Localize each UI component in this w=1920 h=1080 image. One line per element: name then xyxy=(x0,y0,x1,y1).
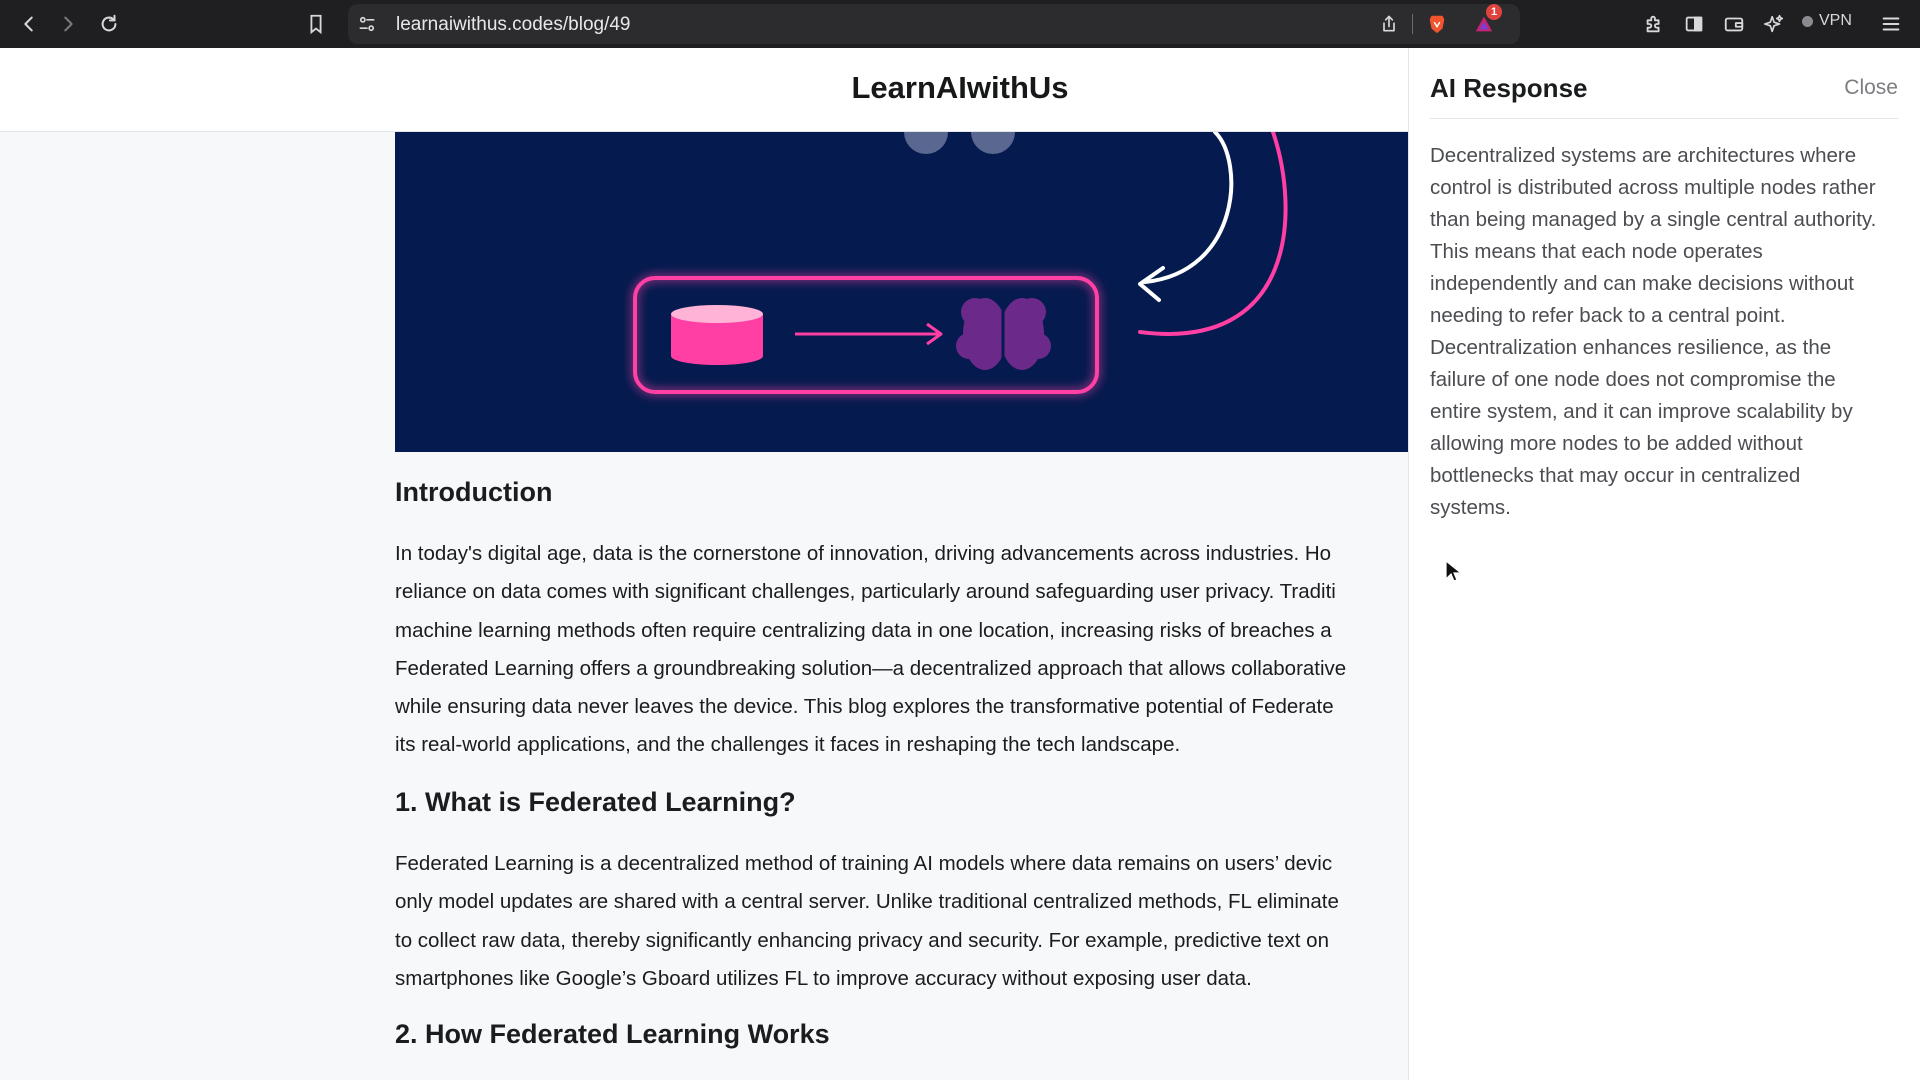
paragraph-line: while ensuring data never leaves the dev… xyxy=(395,695,1334,719)
back-icon[interactable] xyxy=(11,6,47,42)
vpn-button[interactable]: VPN xyxy=(1802,12,1852,30)
paragraph-line: In today's digital age, data is the corn… xyxy=(395,542,1332,565)
ai-response-text: Decentralized systems are architectures … xyxy=(1430,140,1900,524)
paragraph-line: smartphones like Google’s Gboard utilize… xyxy=(395,966,1252,990)
site-settings-icon[interactable] xyxy=(356,13,378,35)
ai-response-panel: AI Response Close Decentralized systems … xyxy=(1408,48,1920,1080)
divider xyxy=(1430,118,1898,119)
leo-ai-icon[interactable] xyxy=(1756,6,1792,42)
bookmark-icon[interactable] xyxy=(298,6,334,42)
section-heading: Introduction xyxy=(395,477,553,507)
paragraph-line: Federated Learning is a decentralized me… xyxy=(395,852,1333,875)
response-line: independently and can make decisions wit… xyxy=(1430,272,1854,295)
url-text[interactable]: learnaiwithus.codes/blog/49 xyxy=(396,14,631,36)
close-button[interactable]: Close xyxy=(1844,76,1898,100)
update-flow-icon xyxy=(1138,132,1288,336)
divider xyxy=(1412,14,1413,34)
extensions-icon[interactable] xyxy=(1636,6,1672,42)
menu-icon[interactable] xyxy=(1873,6,1909,42)
panel-title: AI Response xyxy=(1430,73,1588,103)
response-line: control is distributed across multiple n… xyxy=(1430,176,1876,199)
paragraph-line: only model updates are shared with a cen… xyxy=(395,890,1339,914)
notification-badge: 1 xyxy=(1486,4,1502,20)
response-line: Decentralized systems are architectures … xyxy=(1430,144,1857,167)
section-heading: 1. What is Federated Learning? xyxy=(395,787,796,817)
response-line: entire system, and it can improve scalab… xyxy=(1430,400,1853,423)
federated-learning-illustration xyxy=(633,132,1288,394)
paragraph-line: its real-world applications, and the cha… xyxy=(395,733,1181,757)
response-line: allowing more nodes to be added without xyxy=(1430,432,1803,455)
response-line: Decentralization enhances resilience, as… xyxy=(1430,336,1832,359)
vpn-label: VPN xyxy=(1819,12,1852,29)
paragraph-line: reliance on data comes with significant … xyxy=(395,580,1336,604)
device-node-icon xyxy=(971,132,1015,154)
share-icon[interactable] xyxy=(1378,13,1400,35)
return-arrow-icon xyxy=(1143,132,1234,284)
address-bar[interactable]: learnaiwithus.codes/blog/49 xyxy=(348,4,1520,44)
vpn-status-icon xyxy=(1802,15,1813,27)
response-line: bottlenecks that may occur in centralize… xyxy=(1430,464,1801,487)
response-line: needing to refer back to a central point… xyxy=(1430,304,1786,327)
reload-icon[interactable] xyxy=(91,6,127,42)
paragraph-line: Federated Learning offers a groundbreaki… xyxy=(395,656,1347,680)
sidebar-icon[interactable] xyxy=(1676,6,1712,42)
section-heading: 2. How Federated Learning Works xyxy=(395,1019,830,1049)
brave-lion-icon[interactable] xyxy=(1426,13,1448,35)
mouse-cursor-icon xyxy=(1445,560,1463,582)
response-line: than being managed by a single central a… xyxy=(1430,208,1877,231)
response-line: failure of one node does not compromise … xyxy=(1430,368,1836,391)
paragraph-line: machine learning methods often require c… xyxy=(395,618,1332,642)
wallet-icon[interactable] xyxy=(1716,6,1752,42)
response-line: systems. xyxy=(1430,496,1511,519)
what-paragraph: Federated Learning is a decentralized me… xyxy=(395,845,1339,998)
device-node-icon xyxy=(904,132,948,154)
paragraph-line: to collect raw data, thereby significant… xyxy=(395,928,1329,952)
intro-paragraph: In today's digital age, data is the corn… xyxy=(395,535,1346,765)
article-body: Introduction In today's digital age, dat… xyxy=(395,470,1408,1080)
hero-image xyxy=(395,132,1408,452)
forward-icon[interactable] xyxy=(50,6,86,42)
browser-toolbar: learnaiwithus.codes/blog/49 1 VPN xyxy=(0,0,1920,48)
response-line: This means that each node operates xyxy=(1430,240,1763,263)
